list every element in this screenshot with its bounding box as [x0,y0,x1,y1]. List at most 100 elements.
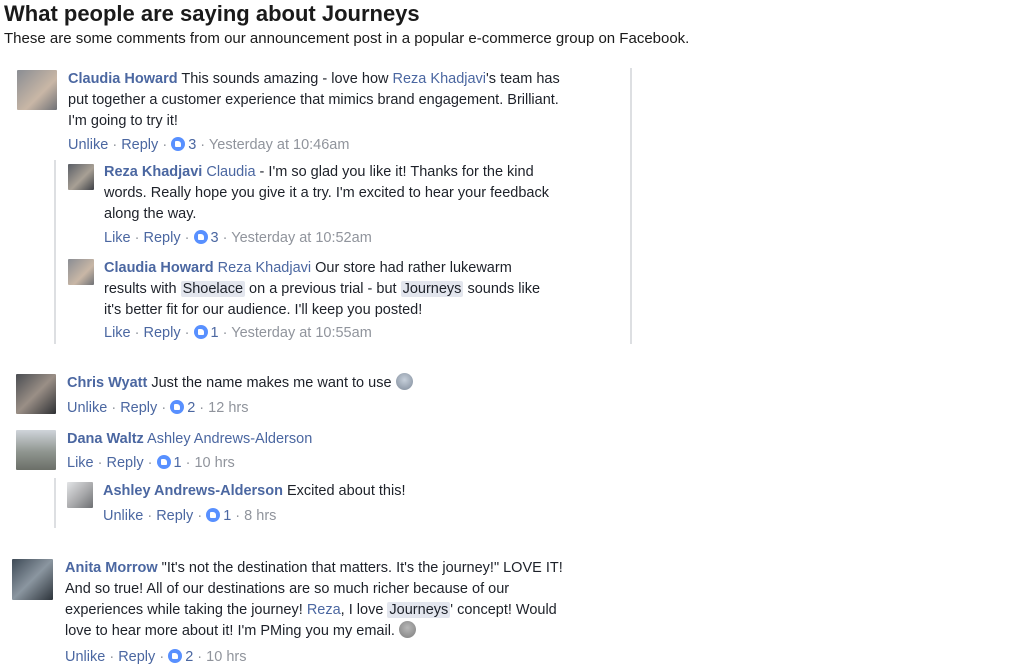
comment-text: sounds like [463,281,541,297]
timestamp[interactable]: 10 hrs [194,455,234,471]
separator: · [147,455,153,471]
like-count[interactable]: 3 [188,137,196,153]
reply-button[interactable]: Reply [121,137,158,153]
comment-author[interactable]: Claudia Howard [104,260,214,276]
comment-text: "It's not the destination that matters. … [157,560,563,576]
comment-author[interactable]: Claudia Howard [68,71,178,87]
comment-text: experiences while taking the journey! [65,602,307,618]
tagged-page[interactable]: Journeys [387,602,451,618]
comment-author[interactable]: Chris Wyatt [67,375,147,391]
like-icon[interactable] [193,230,208,244]
separator: · [184,230,190,246]
like-button[interactable]: Unlike [68,137,108,153]
smile-emoji-icon [398,621,416,638]
reply-button[interactable]: Reply [120,400,157,416]
avatar[interactable] [12,559,53,600]
like-icon[interactable] [156,455,171,469]
timestamp[interactable]: 10 hrs [206,649,246,665]
avatar[interactable] [68,259,94,285]
separator: · [197,649,203,665]
comment-actions: Like · Reply · 3 · Yesterday at 10:52am [104,228,372,248]
thread-divider [630,68,632,344]
mention-link[interactable]: Claudia [206,164,255,180]
like-count[interactable]: 2 [185,649,193,665]
reply-button[interactable]: Reply [144,325,181,341]
mention-link[interactable]: Ashley Andrews-Alderson [147,431,312,447]
separator: · [185,455,191,471]
comment-text: on a previous trial - but [245,281,401,297]
comment-text: Just the name makes me want to use [147,375,392,391]
mention-link[interactable]: Reza Khadjavi [218,260,312,276]
separator: · [222,325,228,341]
reply-button[interactable]: Reply [144,230,181,246]
timestamp[interactable]: Yesterday at 10:52am [231,230,372,246]
comment-body: Claudia Howard This sounds amazing - lov… [68,69,628,132]
like-count[interactable]: 1 [174,455,182,471]
like-icon[interactable] [193,325,208,339]
like-button[interactable]: Like [104,230,131,246]
comment-body: Anita Morrow "It's not the destination t… [65,558,665,642]
like-button[interactable]: Like [104,325,131,341]
reply-button[interactable]: Reply [107,455,144,471]
separator: · [222,230,228,246]
comment-text: words. Really hope you give it a try. I'… [104,185,549,201]
comment-text: put together a customer experience that … [68,92,559,108]
reply-indent-line [54,160,56,344]
comment-text: along the way. [104,206,197,222]
mention-link[interactable]: Reza Khadjavi [393,71,487,87]
separator: · [200,137,206,153]
like-count[interactable]: 1 [211,325,219,341]
comment-text: love to hear more about it! I'm PMing yo… [65,623,395,639]
comment-text: it's better fit for our audience. I'll k… [104,302,423,318]
avatar[interactable] [68,164,94,190]
comment-body: Chris Wyatt Just the name makes me want … [67,373,627,394]
tagged-page[interactable]: Journeys [400,281,464,297]
reply-indent-line [54,478,56,528]
comment-body: Ashley Andrews-Alderson Excited about th… [103,481,623,502]
separator: · [197,508,203,524]
tagged-page[interactable]: Shoelace [180,281,246,297]
avatar[interactable] [16,374,56,414]
like-count[interactable]: 3 [211,230,219,246]
separator: · [162,137,168,153]
reply-button[interactable]: Reply [156,508,193,524]
comment-text: , I love [340,602,388,618]
mention-link[interactable]: Reza [307,602,341,618]
reply-button[interactable]: Reply [118,649,155,665]
separator: · [134,230,140,246]
page-title: What people are saying about Journeys [4,1,420,26]
separator: · [97,455,103,471]
like-icon[interactable] [170,400,185,414]
timestamp[interactable]: Yesterday at 10:55am [231,325,372,341]
comment-body: Claudia Howard Reza Khadjavi Our store h… [104,258,624,321]
separator: · [159,649,165,665]
comment-actions: Unlike · Reply · 3 · Yesterday at 10:46a… [68,135,349,155]
separator: · [161,400,167,416]
separator: · [235,508,241,524]
like-button[interactable]: Unlike [67,400,107,416]
like-count[interactable]: 2 [187,400,195,416]
comment-actions: Like · Reply · 1 · 10 hrs [67,453,235,473]
avatar[interactable] [67,482,93,508]
separator: · [112,137,118,153]
comment-actions: Like · Reply · 1 · Yesterday at 10:55am [104,323,372,343]
comment-author[interactable]: Ashley Andrews-Alderson [103,483,283,499]
separator: · [147,508,153,524]
comment-body: Reza Khadjavi Claudia - I'm so glad you … [104,162,624,225]
like-icon[interactable] [206,508,221,522]
comment-author[interactable]: Reza Khadjavi [104,164,202,180]
timestamp[interactable]: Yesterday at 10:46am [209,137,350,153]
comment-author[interactable]: Dana Waltz [67,431,144,447]
timestamp[interactable]: 8 hrs [244,508,276,524]
timestamp[interactable]: 12 hrs [208,400,248,416]
comment-author[interactable]: Anita Morrow [65,560,158,576]
like-icon[interactable] [168,649,183,663]
separator: · [109,649,115,665]
avatar[interactable] [17,70,57,110]
like-count[interactable]: 1 [223,508,231,524]
avatar[interactable] [16,430,56,470]
like-button[interactable]: Unlike [65,649,105,665]
like-button[interactable]: Unlike [103,508,143,524]
like-button[interactable]: Like [67,455,94,471]
like-icon[interactable] [171,137,186,151]
